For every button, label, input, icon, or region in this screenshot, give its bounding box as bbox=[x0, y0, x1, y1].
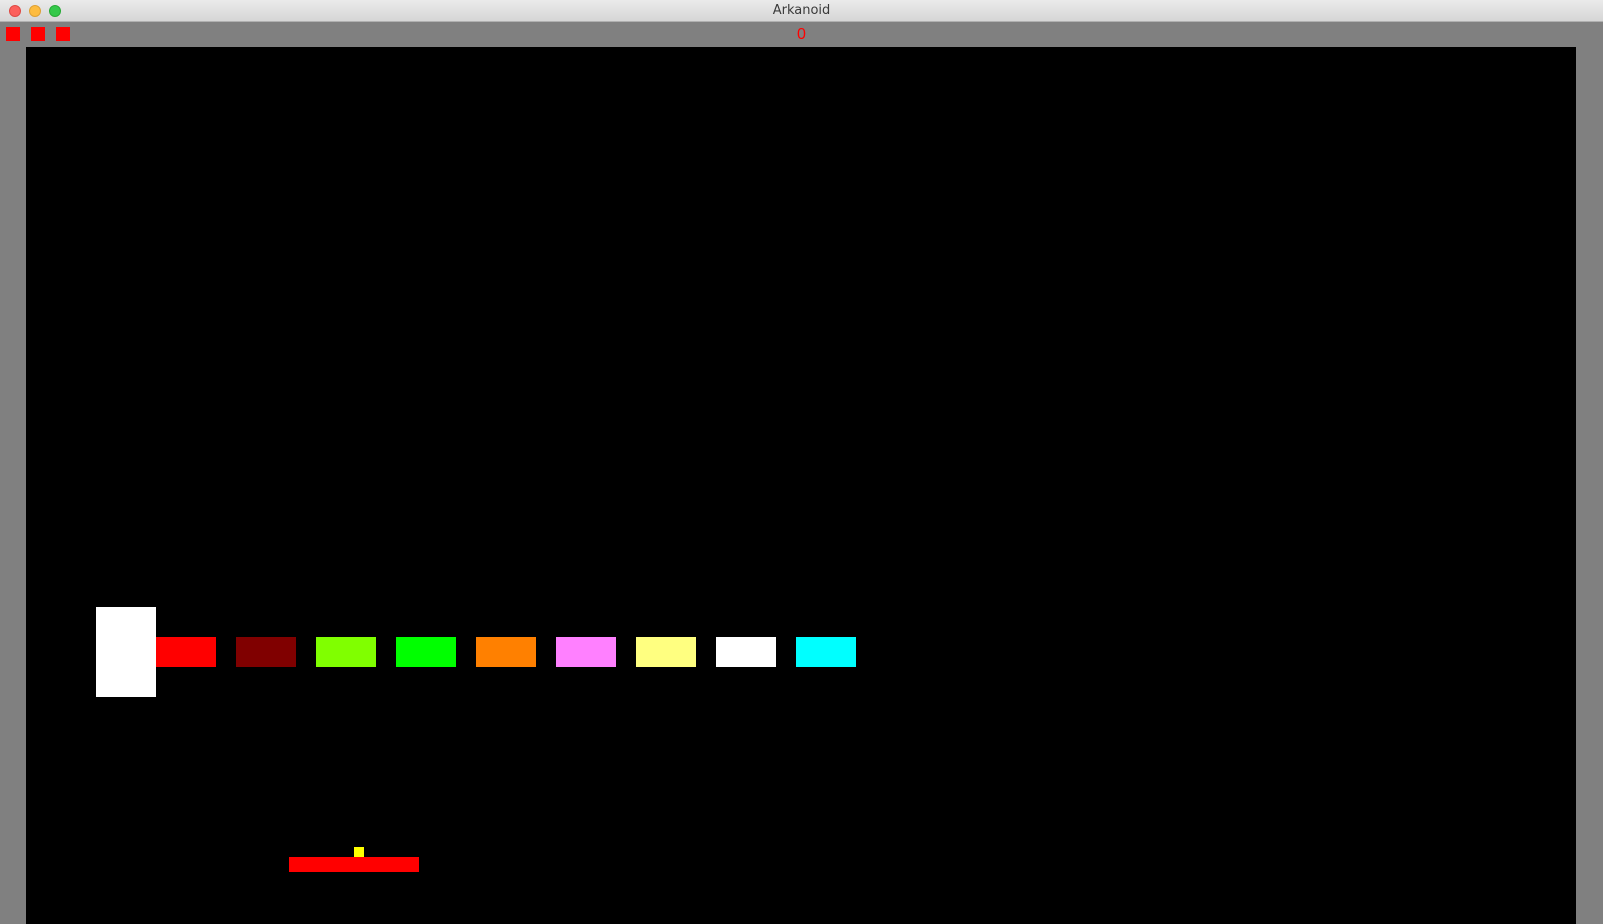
brick bbox=[156, 637, 216, 667]
hud-bar: 0 bbox=[0, 22, 1603, 47]
brick bbox=[236, 637, 296, 667]
white-block bbox=[96, 607, 156, 697]
brick bbox=[316, 637, 376, 667]
playfield[interactable] bbox=[26, 47, 1576, 924]
window-title: Arkanoid bbox=[772, 3, 831, 18]
paddle[interactable] bbox=[289, 857, 419, 872]
brick bbox=[636, 637, 696, 667]
brick bbox=[796, 637, 856, 667]
brick bbox=[476, 637, 536, 667]
brick bbox=[396, 637, 456, 667]
title-bar: Arkanoid bbox=[0, 0, 1603, 22]
score-display: 0 bbox=[797, 26, 806, 43]
brick bbox=[556, 637, 616, 667]
game-window: Arkanoid 0 bbox=[0, 0, 1603, 924]
ball bbox=[354, 847, 364, 857]
brick bbox=[716, 637, 776, 667]
